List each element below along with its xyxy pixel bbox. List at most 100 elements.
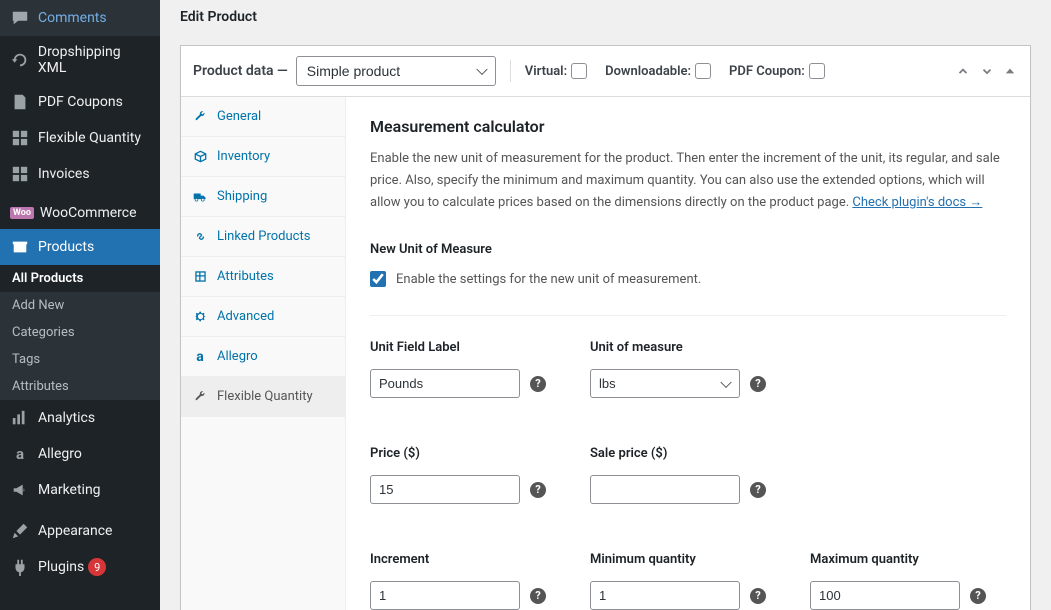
sidebar-item-woocommerce[interactable]: Woo WooCommerce [0,197,160,229]
increment-input[interactable] [370,581,520,610]
tab-linked[interactable]: Linked Products [181,217,345,257]
content-description: Enable the new unit of measurement for t… [370,148,1006,214]
sidebar-item-appearance[interactable]: Appearance [0,513,160,549]
tab-allegro[interactable]: a Allegro [181,337,345,377]
downloadable-label: Downloadable: [605,63,711,79]
page-title: Edit Product [180,9,1031,25]
allegro-icon: a [10,444,30,464]
allegro-a-icon: a [193,350,207,364]
panel-head-tools [954,62,1018,80]
refresh-icon [10,50,30,70]
sidebar-item-plugins[interactable]: Plugins 9 [0,549,160,585]
content-heading: Measurement calculator [370,117,1006,136]
section-heading: New Unit of Measure [370,242,1006,257]
chart-icon [10,408,30,428]
field-sale-price: Sale price ($) ? [590,446,770,504]
tab-label: Flexible Quantity [217,389,313,404]
sidebar-item-analytics[interactable]: Analytics [0,400,160,436]
chevron-down-icon[interactable] [978,62,996,80]
downloadable-checkbox[interactable] [695,63,711,79]
tab-inventory[interactable]: Inventory [181,137,345,177]
sidebar-item-label: Dropshipping XML [38,44,152,76]
enable-checkbox[interactable] [370,271,386,287]
field-price: Price ($) ? [370,446,550,504]
plugins-count-badge: 9 [88,558,106,576]
sidebar-item-allegro[interactable]: a Allegro [0,436,160,472]
panel-head: Product data — Simple product Virtual: D… [181,46,1030,97]
product-data-panel: Product data — Simple product Virtual: D… [180,45,1031,610]
unit-measure-select[interactable]: lbs [590,369,740,398]
field-label: Unit Field Label [370,340,550,355]
sidebar-item-label: Products [38,239,94,255]
pdfcoupon-checkbox[interactable] [809,63,825,79]
sidebar-item-label: Marketing [38,482,101,498]
field-unit-measure: Unit of measure lbs ? [590,340,770,398]
help-icon[interactable]: ? [750,482,766,498]
grid-icon [10,128,30,148]
tab-attributes[interactable]: Attributes [181,257,345,297]
tab-general[interactable]: General [181,97,345,137]
help-icon[interactable]: ? [530,376,546,392]
help-icon[interactable]: ? [750,588,766,604]
chevron-up-icon[interactable] [954,62,972,80]
virtual-checkbox[interactable] [571,63,587,79]
sidebar-item-label: Appearance [38,523,112,539]
tab-label: Allegro [217,349,258,364]
link-icon [193,230,207,244]
field-unit-label: Unit Field Label ? [370,340,550,398]
tab-advanced[interactable]: Advanced [181,297,345,337]
toggle-panel-icon[interactable] [1002,63,1018,79]
sidebar-sub-attributes[interactable]: Attributes [0,373,160,400]
sidebar-sub-allproducts[interactable]: All Products [0,265,160,292]
help-icon[interactable]: ? [530,588,546,604]
sidebar-item-pdfcoupons[interactable]: PDF Coupons [0,84,160,120]
sidebar-sub-categories[interactable]: Categories [0,319,160,346]
wrench-icon [193,110,207,124]
tab-content: Measurement calculator Enable the new un… [346,97,1030,610]
help-icon[interactable]: ? [750,376,766,392]
sidebar-submenu-products: All Products Add New Categories Tags Att… [0,265,160,400]
panel-title: Product data — [193,63,288,79]
fields-grid: Unit Field Label ? Unit of measure lbs [370,340,1006,610]
sidebar-item-comments[interactable]: Comments [0,0,160,36]
tab-flexquantity[interactable]: Flexible Quantity [181,377,345,417]
sidebar-sub-addnew[interactable]: Add New [0,292,160,319]
sidebar-item-dropshipping[interactable]: Dropshipping XML [0,36,160,84]
tab-label: Shipping [217,189,267,204]
field-label: Minimum quantity [590,552,770,567]
docs-link[interactable]: Check plugin's docs → [852,195,982,210]
truck-icon [193,190,207,204]
field-label: Sale price ($) [590,446,770,461]
sidebar-item-products[interactable]: Products [0,229,160,265]
sidebar-item-invoices[interactable]: Invoices [0,156,160,192]
sidebar-item-marketing[interactable]: Marketing [0,472,160,508]
max-qty-input[interactable] [810,581,960,610]
inventory-icon [193,150,207,164]
sidebar-item-label: PDF Coupons [38,94,123,110]
page-header: Edit Product [160,0,1051,45]
help-icon[interactable]: ? [530,482,546,498]
pdfcoupon-label: PDF Coupon: [729,63,825,79]
price-input[interactable] [370,475,520,504]
admin-sidebar: Comments Dropshipping XML PDF Coupons Fl… [0,0,160,610]
products-icon [10,237,30,257]
tab-shipping[interactable]: Shipping [181,177,345,217]
tab-label: Attributes [217,269,274,284]
sidebar-item-label: Comments [38,10,107,26]
tab-label: Advanced [217,309,274,324]
tab-label: Linked Products [217,229,310,244]
product-type-select[interactable]: Simple product [296,56,496,86]
min-qty-input[interactable] [590,581,740,610]
woo-badge-icon: Woo [10,207,34,219]
pdf-icon [10,92,30,112]
unit-label-input[interactable] [370,369,520,398]
sidebar-sub-tags[interactable]: Tags [0,346,160,373]
main-content: Edit Product Product data — Simple produ… [160,0,1051,610]
help-icon[interactable]: ? [970,588,986,604]
attributes-icon [193,270,207,284]
divider [370,315,1006,316]
product-tabs: General Inventory Shipping Linked Produc… [181,97,346,610]
sidebar-item-flexquantity[interactable]: Flexible Quantity [0,120,160,156]
sale-price-input[interactable] [590,475,740,504]
panel-body: General Inventory Shipping Linked Produc… [181,97,1030,610]
